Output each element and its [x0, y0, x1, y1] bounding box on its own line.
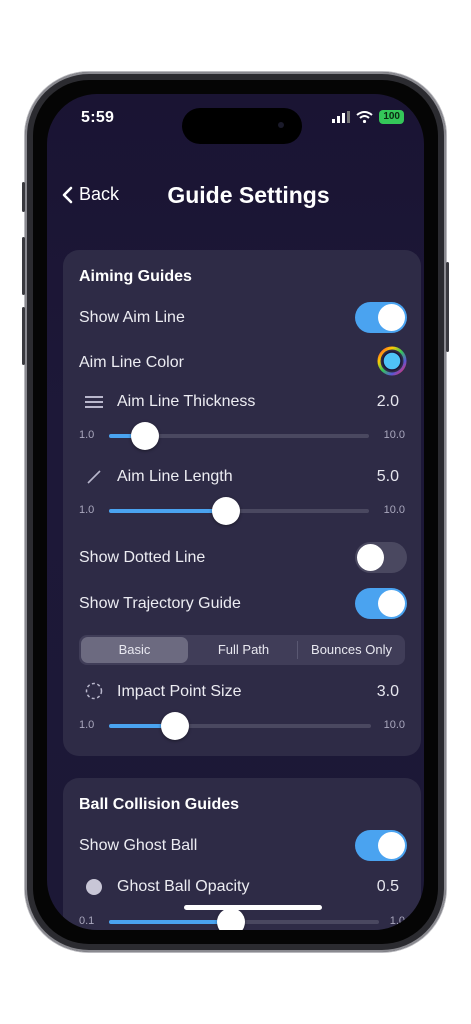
volume-down-button — [22, 307, 25, 365]
status-time: 5:59 — [81, 109, 115, 126]
aim-line-thickness-value: 2.0 — [376, 393, 399, 410]
show-dotted-line-toggle[interactable] — [355, 542, 407, 573]
page-title: Guide Settings — [167, 182, 330, 208]
ball-collision-guides-title: Ball Collision Guides — [79, 796, 240, 813]
slider-thumb[interactable] — [212, 497, 240, 525]
aiming-guides-card: Aiming Guides Show Aim Line Aim Line Col… — [63, 250, 421, 756]
thickness-min-label: 1.0 — [79, 429, 95, 441]
slider-thumb[interactable] — [216, 908, 245, 930]
ghost-ball-icon — [86, 879, 102, 895]
impact-point-size-slider[interactable] — [109, 712, 371, 740]
length-max-label: 10.0 — [383, 504, 405, 516]
show-trajectory-guide-toggle[interactable] — [355, 588, 407, 619]
impact-point-size-label: Impact Point Size — [117, 683, 242, 700]
aim-line-length-slider[interactable] — [109, 497, 369, 525]
impact-max-label: 10.0 — [383, 719, 405, 731]
segment-basic[interactable]: Basic — [81, 637, 188, 663]
battery-icon: 100 — [379, 110, 404, 124]
status-icons: 100 — [332, 110, 404, 124]
slider-thumb[interactable] — [131, 422, 160, 450]
segment-bounces-only[interactable]: Bounces Only — [298, 635, 405, 665]
volume-up-button — [22, 237, 25, 295]
phone-frame: 5:59 100 Back Guide Settings Aiming Guid… — [22, 72, 449, 952]
home-indicator[interactable] — [184, 905, 322, 910]
show-aim-line-label: Show Aim Line — [79, 309, 185, 326]
screen: 5:59 100 Back Guide Settings Aiming Guid… — [47, 94, 424, 930]
ghost-ball-opacity-label: Ghost Ball Opacity — [117, 878, 250, 895]
aim-line-length-value: 5.0 — [376, 468, 399, 485]
cellular-signal-icon — [332, 111, 351, 123]
bezel: 5:59 100 Back Guide Settings Aiming Guid… — [33, 80, 438, 944]
impact-min-label: 1.0 — [79, 719, 95, 731]
show-aim-line-toggle[interactable] — [355, 302, 407, 333]
trajectory-mode-segmented-control: Basic Full Path Bounces Only — [79, 635, 405, 665]
segment-full-path[interactable]: Full Path — [190, 635, 297, 665]
color-wheel-icon[interactable] — [377, 346, 407, 376]
aim-line-thickness-label: Aim Line Thickness — [117, 393, 256, 410]
opacity-max-label: 1.0 — [389, 915, 405, 927]
aim-line-color-label: Aim Line Color — [79, 354, 184, 371]
slider-thumb[interactable] — [160, 712, 189, 740]
show-dotted-line-label: Show Dotted Line — [79, 549, 206, 566]
aim-line-length-label: Aim Line Length — [117, 468, 233, 485]
thickness-max-label: 10.0 — [383, 429, 405, 441]
dynamic-island — [182, 108, 302, 144]
length-min-label: 1.0 — [79, 504, 95, 516]
thickness-lines-icon — [85, 396, 103, 408]
ghost-ball-opacity-value: 0.5 — [376, 878, 399, 895]
aim-line-thickness-slider[interactable] — [109, 422, 369, 450]
power-button — [446, 262, 449, 352]
aiming-guides-title: Aiming Guides — [79, 268, 192, 285]
show-trajectory-guide-label: Show Trajectory Guide — [79, 595, 241, 612]
show-ghost-ball-label: Show Ghost Ball — [79, 837, 198, 854]
opacity-min-label: 0.1 — [79, 915, 95, 927]
ghost-ball-opacity-slider[interactable] — [109, 908, 379, 930]
wifi-icon — [356, 111, 373, 123]
impact-point-size-value: 3.0 — [376, 683, 399, 700]
diagonal-line-icon — [87, 470, 101, 484]
mute-switch — [22, 182, 25, 212]
show-ghost-ball-toggle[interactable] — [355, 830, 407, 861]
dashed-circle-icon — [85, 682, 103, 700]
nav-bar: Back Guide Settings — [47, 174, 424, 214]
